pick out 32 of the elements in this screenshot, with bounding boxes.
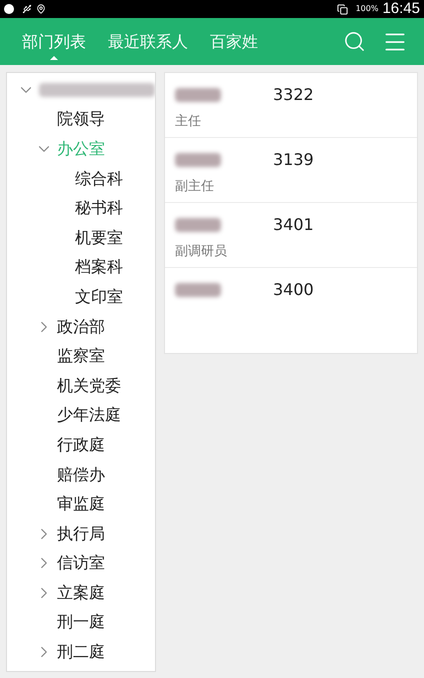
tree-item[interactable]: 刑二庭 <box>57 640 105 664</box>
search-icon[interactable] <box>343 30 366 53</box>
extension-number: 3401 <box>273 214 314 236</box>
caret-icon <box>50 56 58 60</box>
pin-icon <box>36 4 46 14</box>
job-title: 副主任 <box>175 178 215 196</box>
tree-item[interactable]: 立案庭 <box>57 580 105 605</box>
extension-number: 3139 <box>273 149 314 171</box>
tree-item[interactable]: 信访室 <box>57 551 105 576</box>
job-title: 主任 <box>175 113 202 131</box>
tree-item[interactable]: 刑一庭 <box>57 610 105 634</box>
tree-item[interactable]: 执行局 <box>57 522 105 546</box>
tree-item[interactable]: 机关党委 <box>57 374 121 398</box>
tree-item[interactable]: 综合科 <box>75 166 123 191</box>
tree-item[interactable]: 监察室 <box>57 344 105 368</box>
tree-item[interactable]: 行政庭 <box>57 432 105 457</box>
tree-item[interactable]: 文印室 <box>75 284 123 309</box>
usb-icon <box>22 4 32 14</box>
tree-item[interactable]: 机要室 <box>75 226 123 250</box>
battery-text: 100% <box>356 3 378 15</box>
tree-item[interactable]: 少年法庭 <box>57 403 121 428</box>
extension-number: 3322 <box>273 84 314 106</box>
tree-item[interactable]: 秘书科 <box>75 196 123 220</box>
tree-item[interactable]: 档案科 <box>75 255 123 280</box>
tree-item[interactable]: 政治部 <box>57 314 105 339</box>
tree-item[interactable]: 审监庭 <box>57 492 105 516</box>
tree-item[interactable]: 赔偿办 <box>57 462 105 487</box>
job-title: 副调研员 <box>175 243 228 261</box>
screen-icon <box>336 4 348 14</box>
clock: 16:45 <box>382 0 420 19</box>
tree-item[interactable]: 院领导 <box>57 107 105 132</box>
extension-number: 3400 <box>273 279 314 301</box>
